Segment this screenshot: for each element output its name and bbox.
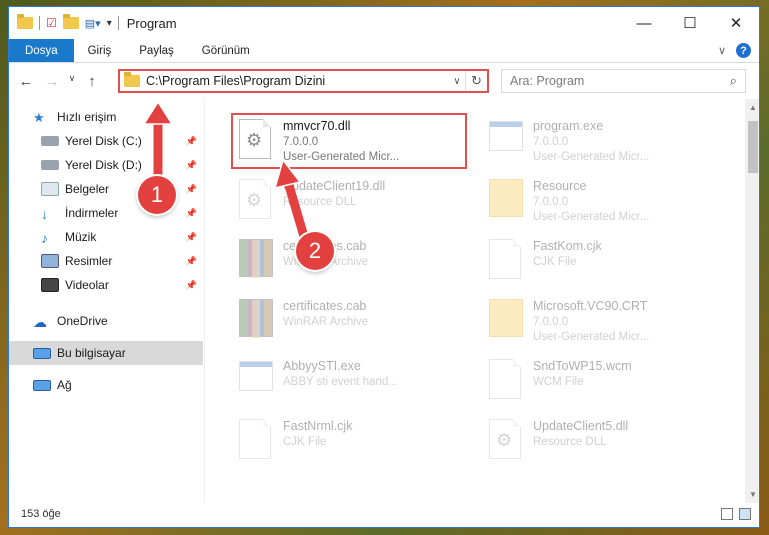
step-badge-2: 2	[296, 232, 334, 270]
arrow-2-head	[273, 158, 302, 190]
arrow-2-shaft	[283, 180, 310, 242]
annotation-arrows	[142, 100, 310, 242]
step-badge-1: 1	[138, 176, 176, 214]
arrow-1-head	[142, 100, 174, 125]
